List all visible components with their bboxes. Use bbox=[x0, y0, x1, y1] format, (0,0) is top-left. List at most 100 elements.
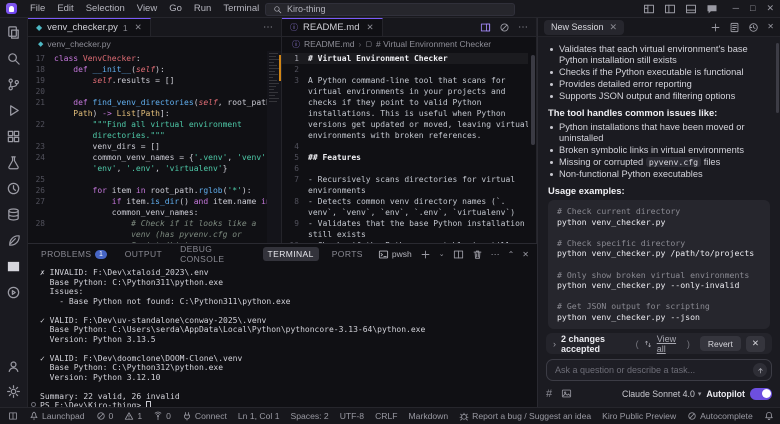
panel-tab-ports[interactable]: PORTS bbox=[327, 247, 368, 261]
scrollbar-thumb[interactable] bbox=[776, 43, 779, 113]
command-center-search[interactable]: Kiro-thing bbox=[265, 3, 515, 16]
extensions-icon[interactable] bbox=[6, 129, 21, 144]
code-editor-readme[interactable]: 1# Virtual Environment Checker23A Python… bbox=[282, 51, 536, 243]
status-item-markdown[interactable]: Markdown bbox=[409, 411, 449, 421]
status-item-spaces-2[interactable]: Spaces: 2 bbox=[290, 411, 328, 421]
code-line[interactable]: 9- Validates that the base Python instal… bbox=[282, 218, 528, 229]
attach-image-icon[interactable] bbox=[561, 388, 572, 399]
usage-code-block[interactable]: # Check current directorypython venv_che… bbox=[548, 200, 770, 329]
status-item-ln-1-col-1[interactable]: Ln 1, Col 1 bbox=[238, 411, 280, 421]
terminal-line[interactable]: Base Python: C:\Users\serda\AppData\Loca… bbox=[40, 325, 533, 335]
terminal-line[interactable]: Summary: 22 valid, 26 invalid bbox=[40, 392, 533, 402]
status-item-crlf[interactable]: CRLF bbox=[375, 411, 397, 421]
code-line[interactable]: 19 self.results = [] bbox=[28, 75, 267, 86]
tab-close-icon[interactable]: ✕ bbox=[135, 22, 142, 33]
menu-view[interactable]: View bbox=[132, 2, 162, 15]
tab-readme[interactable]: ⓘ README.md ✕ bbox=[282, 18, 383, 36]
panel-tab-output[interactable]: OUTPUT bbox=[120, 247, 167, 261]
code-line[interactable]: 'env', '.env', 'virtualenv'} bbox=[28, 163, 267, 174]
panel-more-icon[interactable]: ⋯ bbox=[491, 249, 500, 260]
panel-close-icon[interactable]: ✕ bbox=[522, 250, 529, 259]
terminal-output[interactable]: ✗ INVALID: F:\Dev\xtaloid_2023\.env Base… bbox=[28, 264, 537, 407]
window-maximize-button[interactable]: □ bbox=[750, 3, 755, 14]
menu-edit[interactable]: Edit bbox=[52, 2, 78, 15]
panel-tab-debug-console[interactable]: DEBUG CONSOLE bbox=[175, 242, 254, 266]
terminal-line[interactable] bbox=[40, 306, 533, 316]
code-line[interactable]: virtual environments in your projects an… bbox=[282, 86, 528, 97]
code-editor-python[interactable]: 17class VenvChecker:18 def __init__(self… bbox=[28, 51, 281, 243]
status-item-0[interactable]: 0 bbox=[96, 411, 114, 421]
code-line[interactable]: 18 def __init__(self): bbox=[28, 64, 267, 75]
menu-terminal[interactable]: Terminal bbox=[218, 2, 264, 15]
status-item-autocomplete[interactable]: Autocomplete bbox=[687, 411, 753, 421]
menu-selection[interactable]: Selection bbox=[81, 2, 130, 15]
code-line[interactable]: checks if they point to valid Python bbox=[282, 97, 528, 108]
dismiss-changes-button[interactable]: ✕ bbox=[746, 336, 765, 352]
toggle-panel-icon[interactable] bbox=[685, 3, 697, 15]
clock-icon[interactable] bbox=[6, 181, 21, 196]
session-list-icon[interactable] bbox=[729, 22, 740, 33]
status-item-launchpad[interactable]: Launchpad bbox=[29, 411, 85, 421]
code-line[interactable]: 25 bbox=[28, 174, 267, 185]
menu-run[interactable]: Run bbox=[189, 2, 216, 15]
menu-file[interactable]: File bbox=[25, 2, 50, 15]
feather-icon[interactable] bbox=[6, 233, 21, 248]
code-line[interactable]: 10- Checks if the Python executable is s… bbox=[282, 240, 528, 243]
toggle-preview-icon[interactable] bbox=[499, 22, 510, 33]
code-line[interactable]: 7- Recursively scans directories for vir… bbox=[282, 174, 528, 185]
account-icon[interactable] bbox=[6, 359, 21, 374]
terminal-line[interactable]: ✓ VALID: F:\Dev\doomclone\DOOM-Clone\.ve… bbox=[40, 354, 533, 364]
scrollbar-thumb[interactable] bbox=[531, 55, 535, 145]
gear-icon[interactable] bbox=[6, 384, 21, 399]
status-item-connect[interactable]: Connect bbox=[182, 411, 227, 421]
code-line[interactable]: Scripts/bin) bbox=[28, 240, 267, 243]
more-actions-icon[interactable]: ⋯ bbox=[263, 22, 273, 33]
terminal-line[interactable]: Base Python: C:\Python312\python.exe bbox=[40, 363, 533, 373]
code-line[interactable]: 27 if item.is_dir() and item.name in bbox=[28, 196, 267, 207]
toggle-sidebar-icon[interactable] bbox=[664, 3, 676, 15]
kill-terminal-icon[interactable] bbox=[472, 249, 483, 260]
code-line[interactable]: still exists bbox=[282, 229, 528, 240]
play-circle-icon[interactable] bbox=[6, 285, 21, 300]
breadcrumb[interactable]: ⓘ README.md › ▢ # Virtual Environment Ch… bbox=[282, 37, 536, 51]
terminal-line[interactable]: ✗ INVALID: F:\Dev\xtaloid_2023\.env bbox=[40, 268, 533, 278]
code-line[interactable]: 4 bbox=[282, 141, 528, 152]
history-icon[interactable] bbox=[748, 22, 759, 33]
code-line[interactable]: 22 """Find all virtual environment bbox=[28, 119, 267, 130]
code-line[interactable]: 5## Features bbox=[282, 152, 528, 163]
autopilot-toggle[interactable] bbox=[750, 388, 772, 400]
terminal-shell-label[interactable]: pwsh bbox=[378, 249, 412, 260]
terminal-line[interactable]: Version: Python 3.12.10 bbox=[40, 373, 533, 383]
expand-chevron-icon[interactable]: › bbox=[553, 339, 556, 349]
new-chat-icon[interactable] bbox=[710, 22, 721, 33]
search-icon[interactable] bbox=[6, 51, 21, 66]
code-line[interactable]: environments with broken references. bbox=[282, 130, 528, 141]
menu-go[interactable]: Go bbox=[164, 2, 187, 15]
status-item[interactable] bbox=[764, 411, 774, 421]
code-line[interactable]: installations. This is useful when Pytho… bbox=[282, 108, 528, 119]
database-icon[interactable] bbox=[6, 207, 21, 222]
status-item-utf-8[interactable]: UTF-8 bbox=[340, 411, 364, 421]
debug-play-icon[interactable] bbox=[6, 103, 21, 118]
code-line[interactable]: common_venv_names: bbox=[28, 207, 267, 218]
terminal-line[interactable]: Base Python: C:\Python311\python.exe bbox=[40, 278, 533, 288]
more-actions-icon[interactable]: ⋯ bbox=[518, 22, 528, 33]
code-line[interactable]: venv (has pyvenv.cfg or bbox=[28, 229, 267, 240]
terminal-line[interactable]: - Base Python not found: C:\Python311\py… bbox=[40, 297, 533, 307]
code-line[interactable]: 23 venv_dirs = [] bbox=[28, 141, 267, 152]
panel-tab-terminal[interactable]: TERMINAL bbox=[263, 247, 319, 261]
code-line[interactable]: Path) -> List[Path]: bbox=[28, 108, 267, 119]
status-item[interactable] bbox=[8, 411, 18, 421]
chat-bubble-icon[interactable] bbox=[706, 3, 718, 15]
terminal-dropdown-icon[interactable]: ⌄ bbox=[439, 250, 445, 258]
window-close-button[interactable]: ✕ bbox=[766, 3, 774, 14]
close-panel-icon[interactable]: ✕ bbox=[767, 22, 774, 33]
breadcrumb[interactable]: ◆ venv_checker.py bbox=[28, 37, 281, 51]
view-all-link[interactable]: View all bbox=[657, 334, 682, 354]
code-line[interactable]: 17class VenvChecker: bbox=[28, 53, 267, 64]
split-terminal-icon[interactable] bbox=[453, 249, 464, 260]
revert-button[interactable]: Revert bbox=[700, 336, 741, 351]
code-line[interactable]: directories.""" bbox=[28, 130, 267, 141]
context-hash-icon[interactable]: # bbox=[546, 388, 552, 400]
new-terminal-icon[interactable] bbox=[420, 249, 431, 260]
